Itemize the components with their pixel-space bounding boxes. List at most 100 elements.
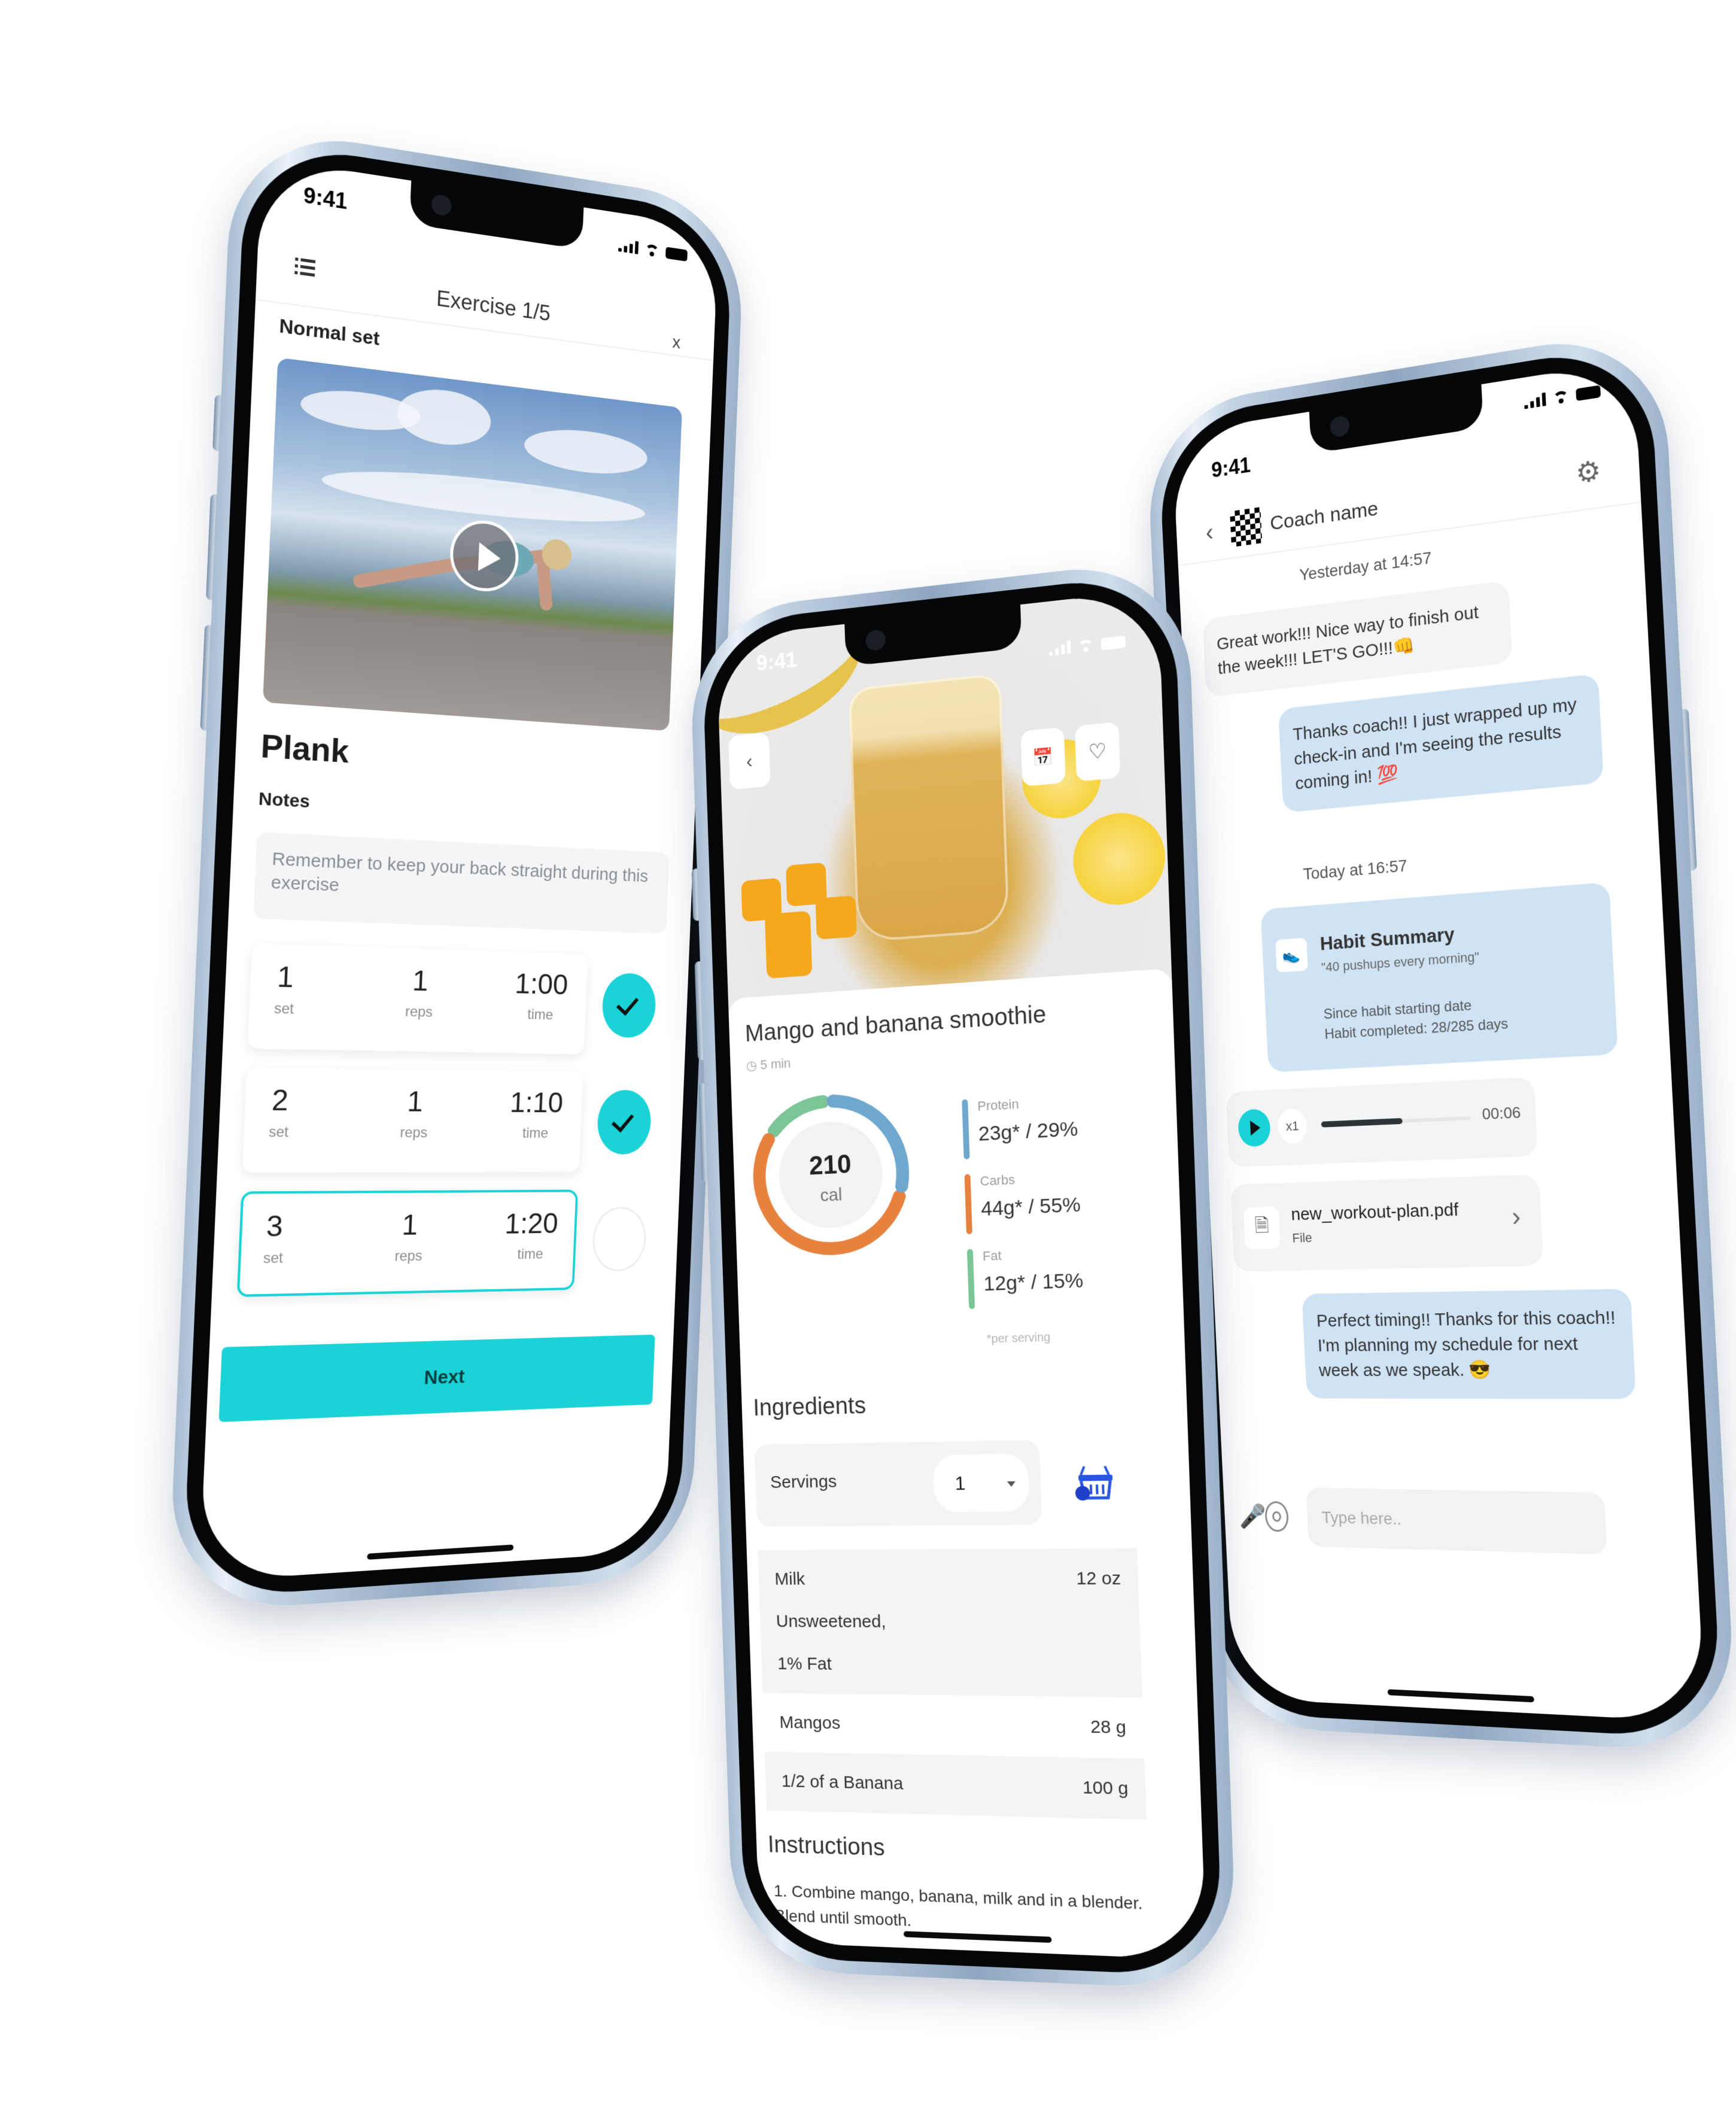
favorite-heart-icon[interactable]: ♡ <box>1074 721 1121 782</box>
chat-screen: 9:41 ‹ Coach name ⚙ Yesterday at 14:57 G… <box>1171 360 1706 1723</box>
file-name: new_workout-plan.pdf <box>1290 1199 1459 1225</box>
ingredient-name: 1% Fat <box>777 1654 832 1674</box>
timestamp: Yesterday at 14:57 <box>1299 548 1432 584</box>
set-label: set <box>273 1000 294 1018</box>
file-attachment[interactable]: 🗎 new_workout-plan.pdf File › <box>1230 1174 1544 1272</box>
set-row[interactable]: 1 set 1 reps 1:00 time <box>247 943 588 1055</box>
battery-icon <box>1576 385 1601 402</box>
set-label: set <box>268 1123 289 1141</box>
ingredient-name: Unsweetened, <box>776 1611 886 1632</box>
set-complete-checkbox[interactable] <box>591 1207 647 1272</box>
message-bubble-user: Perfect timing!! Thanks for this coach!!… <box>1302 1289 1636 1399</box>
exercise-video[interactable] <box>263 357 682 731</box>
ingredient-name: Mangos <box>779 1712 841 1733</box>
audio-progress-track[interactable] <box>1321 1116 1471 1128</box>
set-number: 2 <box>270 1084 289 1117</box>
workout-phone: 9:41 Exercise 1/5 x Normal set Plank Not… <box>167 123 746 1614</box>
status-time: 9:41 <box>756 647 798 676</box>
time-value: 1:20 <box>504 1208 559 1240</box>
set-row-active[interactable]: 3 set 1 reps 1:20 time <box>236 1189 579 1298</box>
ingredient-amount: 12 oz <box>1075 1568 1121 1589</box>
time-label: time <box>522 1125 549 1141</box>
set-type-label: Normal set <box>278 314 381 350</box>
battery-icon <box>1100 635 1126 651</box>
ingredient-name: Milk <box>774 1569 805 1589</box>
exercise-name: Plank <box>260 727 350 770</box>
chevron-down-icon <box>1007 1481 1016 1487</box>
macro-name: Protein <box>977 1096 1020 1114</box>
set-complete-checkbox[interactable] <box>596 1089 652 1155</box>
mango-piece <box>764 910 813 979</box>
wifi-icon <box>1078 639 1094 653</box>
recipe-title: Mango and banana smoothie <box>744 1001 1047 1047</box>
set-complete-checkbox[interactable] <box>601 972 657 1038</box>
set-number: 1 <box>276 961 294 994</box>
calorie-unit: cal <box>820 1184 843 1205</box>
recipe-card: Mango and banana smoothie ◷ 5 min 210 ca… <box>728 968 1207 1960</box>
prep-time: ◷ 5 min <box>746 1056 791 1074</box>
calorie-value: 210 <box>808 1150 852 1181</box>
set-row[interactable]: 2 set 1 reps 1:10 time <box>242 1067 583 1173</box>
prep-time-value: 5 min <box>760 1055 791 1073</box>
audio-duration: 00:06 <box>1481 1103 1522 1123</box>
message-input[interactable] <box>1306 1487 1607 1554</box>
reps-label: reps <box>394 1247 423 1265</box>
message-bubble-user: Thanks coach!! I just wrapped up my chec… <box>1278 673 1604 813</box>
recipe-phone: 9:41 ‹ 📅 ♡ Mango and banana smoothie ◷ 5… <box>688 556 1238 1991</box>
time-label: time <box>527 1006 554 1023</box>
status-time: 9:41 <box>303 182 348 214</box>
status-time: 9:41 <box>1211 452 1251 482</box>
ingredient-row: Milk Unsweetened, 1% Fat 12 oz <box>758 1548 1142 1698</box>
ingredient-amount: 28 g <box>1090 1717 1127 1738</box>
instructions-heading: Instructions <box>767 1831 886 1861</box>
set-number: 3 <box>265 1210 284 1244</box>
home-indicator <box>367 1544 514 1560</box>
macro-value: 23g* / 29% <box>978 1117 1079 1146</box>
next-button[interactable]: Next <box>218 1334 655 1422</box>
playback-speed-button[interactable]: x1 <box>1276 1108 1308 1145</box>
calorie-donut-chart: 210 cal <box>743 1082 920 1266</box>
reps-label: reps <box>405 1003 433 1020</box>
smoothie-glass-image <box>848 673 1010 943</box>
ingredient-row: 1/2 of a Banana 100 g <box>764 1751 1147 1820</box>
file-type: File <box>1291 1230 1313 1246</box>
ingredient-name: 1/2 of a Banana <box>781 1771 904 1794</box>
macro-value: 12g* / 15% <box>983 1269 1084 1296</box>
ingredients-heading: Ingredients <box>752 1392 867 1421</box>
back-button[interactable]: ‹ <box>1202 517 1217 548</box>
camera-icon <box>431 193 452 217</box>
reps-value: 1 <box>406 1086 424 1118</box>
servings-label: Servings <box>770 1471 837 1492</box>
coach-avatar <box>1230 507 1263 548</box>
lemon-image <box>1072 809 1167 909</box>
camera-icon <box>865 629 886 652</box>
back-button[interactable]: ‹ <box>728 732 771 790</box>
signal-icon <box>618 239 639 254</box>
ingredients-table: Milk Unsweetened, 1% Fat 12 oz Mangos 28 g 1/2… <box>758 1548 1147 1820</box>
audio-progress-fill <box>1321 1117 1403 1128</box>
servings-dropdown[interactable]: 1 <box>932 1453 1030 1512</box>
set-label: set <box>263 1250 284 1267</box>
macro-name: Fat <box>982 1247 1002 1264</box>
per-serving-note: *per serving <box>986 1331 1051 1346</box>
add-to-shopping-basket-icon[interactable] <box>1073 1460 1117 1503</box>
audio-play-button[interactable] <box>1237 1108 1272 1147</box>
schedule-calendar-icon[interactable]: 📅 <box>1020 727 1066 787</box>
habit-summary-card[interactable]: 👟 Habit Summary "40 pushups every mornin… <box>1260 882 1618 1073</box>
battery-icon <box>665 247 688 262</box>
time-value: 1:10 <box>509 1087 564 1119</box>
macro-name: Carbs <box>980 1172 1016 1189</box>
settings-gear-icon[interactable]: ⚙ <box>1571 452 1606 491</box>
close-icon[interactable]: x <box>672 332 681 353</box>
camera-icon <box>1330 415 1350 438</box>
reps-value: 1 <box>411 965 429 998</box>
chat-phone: 9:41 ‹ Coach name ⚙ Yesterday at 14:57 G… <box>1145 326 1736 1754</box>
message-bubble-coach: Great work!!! Nice way to finish out the… <box>1202 580 1513 698</box>
recipe-screen: 9:41 ‹ 📅 ♡ Mango and banana smoothie ◷ 5… <box>716 589 1207 1960</box>
mango-piece <box>815 895 857 940</box>
notes-label: Notes <box>258 788 311 812</box>
reps-value: 1 <box>401 1209 419 1242</box>
macro-color-bar <box>962 1099 970 1160</box>
workout-screen: 9:41 Exercise 1/5 x Normal set Plank Not… <box>199 157 719 1582</box>
coach-name: Coach name <box>1269 497 1379 535</box>
